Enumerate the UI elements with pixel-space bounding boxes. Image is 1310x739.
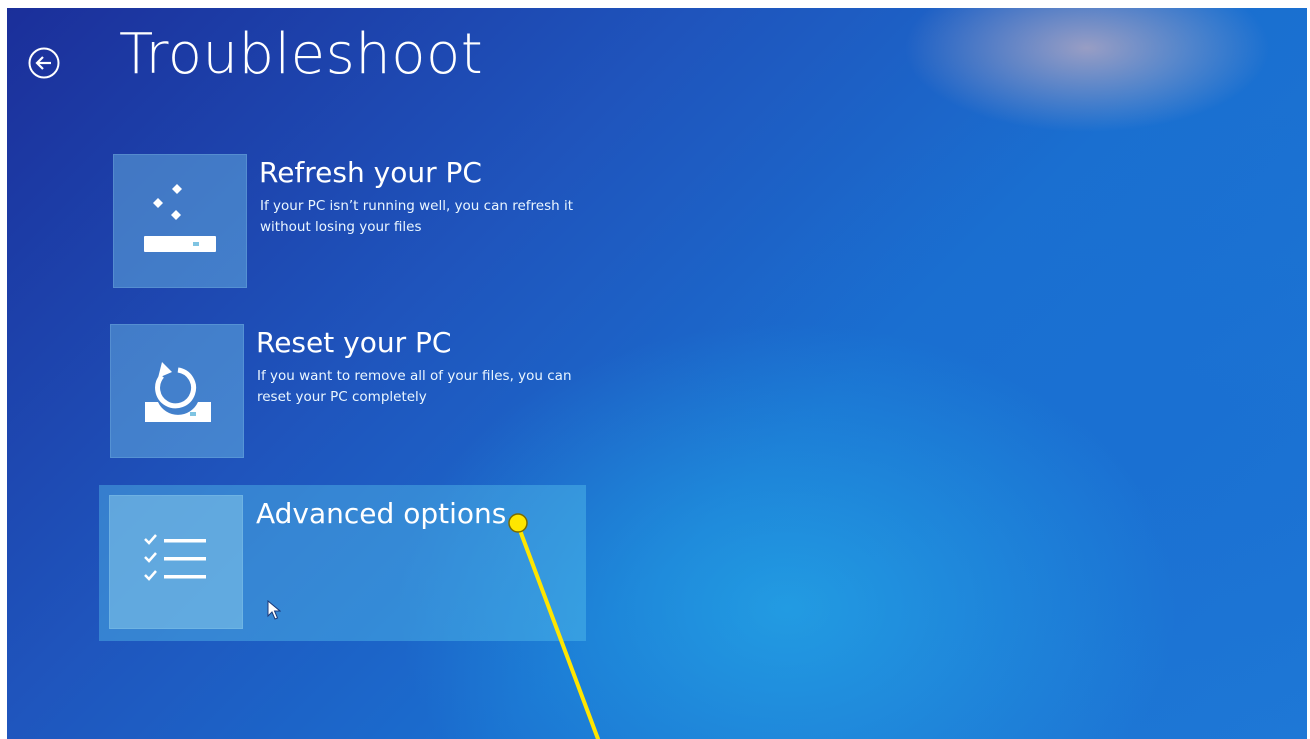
annotation-pointer — [508, 513, 600, 739]
annotation-dot — [508, 513, 528, 533]
